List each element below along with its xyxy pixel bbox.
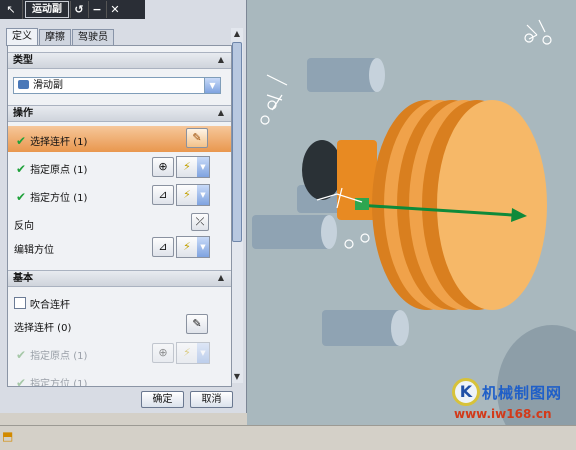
collapse-icon[interactable]: ▲ (215, 272, 227, 284)
edit-orientation-label: 编辑方位 (14, 245, 54, 256)
csys-dialog-button[interactable]: ⊿ (152, 185, 174, 205)
row-reverse: 反向 ⤫ (8, 210, 231, 236)
csys-icon: ⚡ (183, 240, 191, 253)
motion-joint-dialog: ↖ 运动副 ↺ − ✕ 定义 摩擦 驾驶员 ▲ ▼ 类型 ▲ 滑动副 ▼ 操作 … (0, 0, 247, 413)
joint-icon: ↖ (0, 0, 23, 19)
chevron-down-icon[interactable]: ▼ (197, 157, 209, 177)
definition-panel: 类型 ▲ 滑动副 ▼ 操作 ▲ ✔ 选择连杆 (1) ✎ ✔ 指定原点 (1) ⊕ … (7, 45, 232, 387)
row-edit-orientation: 编辑方位 ⊿ ⚡ ▼ (8, 234, 231, 260)
model-scene (252, 19, 576, 425)
dialog-scrollbar[interactable]: ▲ ▼ (231, 28, 243, 383)
close-button[interactable]: ✕ (106, 1, 123, 18)
section-header-type[interactable]: 类型 ▲ (8, 52, 231, 69)
scroll-down-arrow[interactable]: ▼ (231, 371, 243, 383)
base-specify-origin-label: 指定原点 (1) (30, 351, 88, 362)
vector-constructor-icon: ⚡ (183, 188, 191, 201)
base-point-inference-dropdown: ⚡ ▼ (176, 342, 210, 364)
base-select-link-button[interactable]: ✎ (186, 314, 208, 334)
hub-shadow (302, 140, 342, 200)
site-url: www.iw168.cn (454, 407, 552, 421)
csys-dialog-button[interactable]: ⊿ (152, 237, 174, 257)
scroll-up-arrow[interactable]: ▲ (231, 28, 243, 40)
joint-type-value: 滑动副 (33, 80, 63, 91)
reverse-direction-button[interactable]: ⤫ (191, 213, 209, 231)
dialog-title: 运动副 (25, 1, 69, 18)
collapse-icon[interactable]: ▲ (215, 54, 227, 66)
base-point-dialog-button: ⊕ (152, 343, 174, 363)
snap-link-checkbox[interactable] (14, 297, 26, 309)
chevron-down-icon: ▼ (197, 343, 209, 363)
select-link-button[interactable]: ✎ (186, 128, 208, 148)
row-base-specify-origin: ✔ 指定原点 (1) ⊕ ⚡ ▼ (8, 340, 231, 366)
chevron-down-icon[interactable]: ▼ (197, 237, 209, 257)
status-bar: ⬒ (0, 425, 576, 450)
specify-origin-label: 指定原点 (1) (30, 165, 88, 176)
minimize-button[interactable]: − (88, 1, 105, 18)
scroll-thumb[interactable] (232, 42, 242, 242)
row-base-select-link: 选择连杆 (0) ✎ (8, 312, 231, 338)
orientation-inference-dropdown[interactable]: ⚡ ▼ (176, 236, 210, 258)
section-title-base: 基本 (13, 273, 33, 284)
base-select-link-label: 选择连杆 (0) (14, 323, 72, 334)
cancel-button[interactable]: 取消 (190, 391, 233, 408)
section-title-type: 类型 (13, 55, 33, 66)
pin-left (252, 215, 337, 249)
collapse-icon[interactable]: ▲ (215, 107, 227, 119)
section-header-operation[interactable]: 操作 ▲ (8, 105, 231, 122)
vector-inference-dropdown[interactable]: ⚡ ▼ (176, 184, 210, 206)
dialog-titlebar[interactable]: ↖ 运动副 ↺ − ✕ (0, 0, 145, 19)
specify-orientation-label: 指定方位 (1) (30, 193, 88, 204)
row-base-specify-orientation: ✔ 指定方位 (1) (8, 368, 231, 387)
chevron-down-icon[interactable]: ▼ (204, 78, 220, 93)
site-watermark: K 机械制图网 www.iw168.cn (452, 374, 576, 424)
graphics-viewport[interactable] (247, 0, 576, 425)
ok-button[interactable]: 确定 (141, 391, 184, 408)
tab-friction[interactable]: 摩擦 (39, 29, 71, 46)
slider-joint-icon (18, 80, 29, 89)
section-header-base[interactable]: 基本 ▲ (8, 270, 231, 287)
joint-type-select[interactable]: 滑动副 ▼ (13, 77, 221, 94)
row-specify-orientation: ✔ 指定方位 (1) ⊿ ⚡ ▼ (8, 182, 231, 208)
check-icon: ✔ (16, 376, 27, 387)
row-select-link[interactable]: ✔ 选择连杆 (1) ✎ (8, 126, 231, 152)
base-specify-orientation-label: 指定方位 (1) (30, 379, 88, 387)
tab-driver[interactable]: 驾驶员 (72, 29, 114, 46)
check-icon: ✔ (16, 134, 27, 148)
site-name: 机械制图网 (482, 384, 563, 402)
status-icon: ⬒ (2, 429, 14, 443)
pin-top (307, 58, 385, 92)
point-dialog-button[interactable]: ⊕ (152, 157, 174, 177)
tab-definition[interactable]: 定义 (6, 28, 38, 46)
point-constructor-icon: ⚡ (183, 346, 191, 359)
point-constructor-icon: ⚡ (183, 160, 191, 173)
check-icon: ✔ (16, 162, 27, 176)
pin-bottom (322, 310, 409, 346)
row-specify-origin: ✔ 指定原点 (1) ⊕ ⚡ ▼ (8, 154, 231, 180)
section-title-operation: 操作 (13, 108, 33, 119)
select-link-label: 选择连杆 (1) (30, 137, 88, 148)
point-inference-dropdown[interactable]: ⚡ ▼ (176, 156, 210, 178)
check-icon: ✔ (16, 190, 27, 204)
tab-strip: 定义 摩擦 驾驶员 (6, 28, 115, 46)
snap-link-label: 吹合连杆 (30, 300, 70, 311)
site-logo: K (452, 378, 480, 406)
check-icon: ✔ (16, 348, 27, 362)
reverse-label: 反向 (14, 221, 34, 232)
chevron-down-icon[interactable]: ▼ (197, 185, 209, 205)
reset-button[interactable]: ↺ (70, 1, 87, 18)
